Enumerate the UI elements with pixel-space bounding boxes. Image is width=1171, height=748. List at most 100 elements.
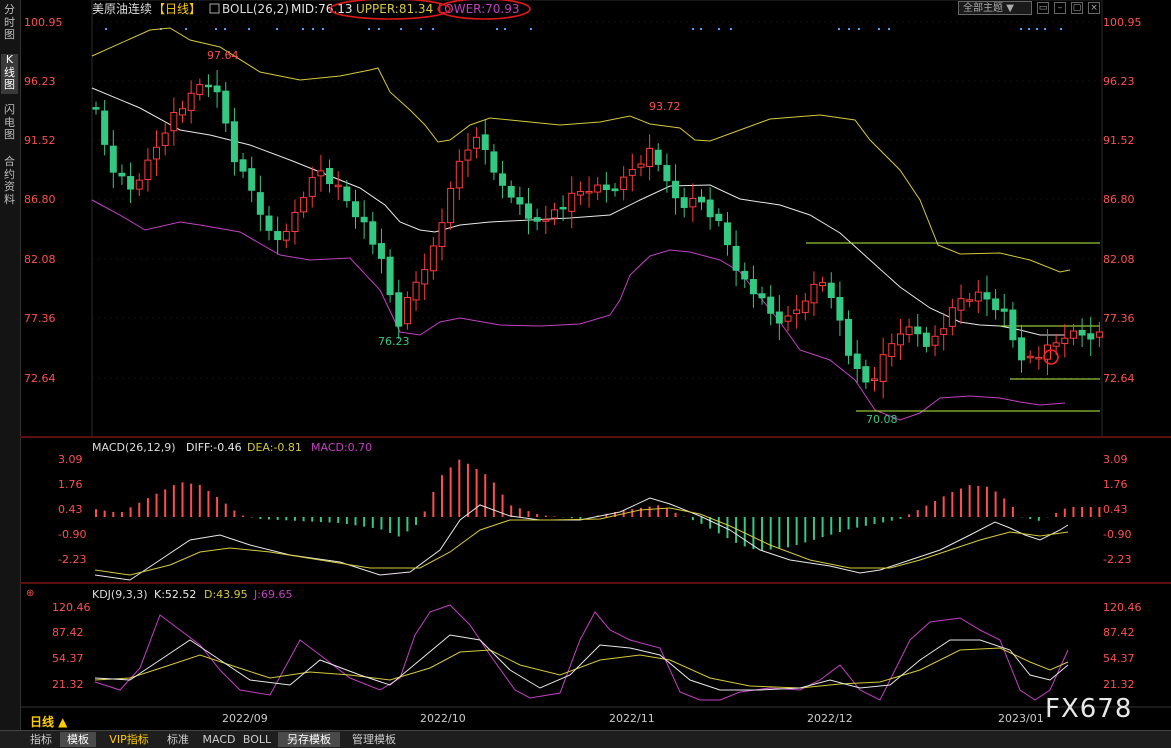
- candle-body: [542, 219, 550, 222]
- candle-body: [568, 192, 576, 212]
- symbol-name: 美原油连续: [92, 1, 152, 16]
- macd-dea: DEA:-0.81: [247, 441, 302, 454]
- price-tick-label: 91.52: [1103, 134, 1135, 147]
- chevron-down-icon: ▼: [1006, 3, 1014, 14]
- candle-body: [862, 366, 870, 383]
- boll-mid-value: MID:76.13: [291, 2, 353, 16]
- candle-body: [412, 281, 420, 301]
- tab-standard[interactable]: 标准: [160, 732, 196, 747]
- side-tab-flash[interactable]: 闪电图: [1, 103, 18, 144]
- candle-body: [758, 293, 766, 299]
- candle-body: [723, 222, 731, 246]
- candle-body: [741, 270, 749, 280]
- signal-dot: [185, 28, 187, 30]
- signal-dot: [848, 28, 850, 30]
- candle-body: [983, 292, 991, 300]
- candle-body: [135, 179, 143, 190]
- tab-template[interactable]: 模板: [60, 732, 96, 747]
- candle-body: [810, 283, 818, 304]
- macd-tick-label: -0.90: [1103, 528, 1131, 541]
- tab-manage-template[interactable]: 管理模板: [344, 732, 404, 747]
- macd-diff-line: [94, 497, 1069, 581]
- macd-tick-label: 0.43: [1103, 503, 1128, 516]
- low-annotation: 76.23: [378, 335, 410, 348]
- tab-macd[interactable]: MACD: [200, 732, 238, 747]
- candle-body: [326, 168, 334, 185]
- signal-dot: [530, 28, 532, 30]
- candle-body: [421, 269, 429, 285]
- candle-body: [109, 145, 117, 173]
- macd-tick-label: -2.23: [58, 553, 86, 566]
- signal-dot: [1044, 28, 1046, 30]
- signal-dot: [692, 28, 694, 30]
- layout-icon[interactable]: ▭: [1037, 2, 1049, 14]
- candle-body: [1035, 356, 1043, 360]
- macd-tick-label: 3.09: [1103, 453, 1128, 466]
- candle-body: [239, 159, 247, 172]
- candle-body: [317, 170, 325, 177]
- candle-body: [845, 318, 853, 356]
- price-tick-label: 100.95: [24, 16, 63, 29]
- tab-boll[interactable]: BOLL: [240, 732, 274, 747]
- candle-body: [957, 298, 965, 311]
- tab-vip-indicator[interactable]: VIP指标: [100, 732, 158, 747]
- tab-save-template[interactable]: 另存模板: [278, 732, 340, 747]
- candle-body: [213, 85, 221, 93]
- signal-dot: [1028, 28, 1030, 30]
- candle-body: [507, 185, 515, 198]
- candle-body: [1009, 309, 1017, 341]
- candle-body: [905, 326, 913, 336]
- tab-indicator[interactable]: 指标: [26, 732, 56, 747]
- signal-dot: [215, 28, 217, 30]
- kdj-tick-label: 87.42: [52, 626, 84, 639]
- theme-select[interactable]: 全部主题 ▼: [958, 1, 1032, 15]
- period-selector[interactable]: 日线 ▲: [30, 713, 67, 730]
- candle-body: [1078, 329, 1086, 336]
- price-tick-label: 96.23: [1103, 75, 1135, 88]
- candle-body: [992, 298, 1000, 311]
- signal-dot: [378, 28, 380, 30]
- candle-body: [698, 196, 705, 203]
- candle-body: [715, 213, 723, 222]
- kdj-tick-label: 54.37: [52, 652, 84, 665]
- candle-body: [1000, 308, 1008, 312]
- candle-body: [481, 134, 489, 151]
- minimize-icon[interactable]: –: [1054, 2, 1066, 14]
- candle-body: [689, 197, 697, 208]
- candle-body: [282, 231, 290, 241]
- candle-body: [265, 215, 273, 231]
- side-tab-kline[interactable]: K线图: [1, 53, 18, 94]
- kline-chart[interactable]: 美原油连续 【日线】 BOLL(26,2) MID:76.13 UPPER:81…: [20, 0, 1171, 730]
- main-panel-frame: [91, 0, 1103, 438]
- signal-dot: [878, 28, 880, 30]
- kdj-tick-label: 54.37: [1103, 652, 1135, 665]
- side-tab-timeshare[interactable]: 分时图: [1, 3, 18, 44]
- macd-diff: DIFF:-0.46: [186, 441, 242, 454]
- candle-body: [429, 245, 437, 272]
- price-tick-label: 86.80: [24, 193, 56, 206]
- macd-tick-label: 0.43: [58, 503, 83, 516]
- candle-body: [775, 311, 783, 324]
- indicator-icon[interactable]: [209, 3, 220, 14]
- close-icon[interactable]: ×: [1088, 2, 1100, 14]
- candle-body: [637, 163, 645, 168]
- signal-dot: [504, 28, 506, 30]
- kdj-settings-icon[interactable]: ⊕: [26, 588, 34, 599]
- restore-icon[interactable]: ▢: [1071, 2, 1083, 14]
- macd-tick-label: -2.23: [1103, 553, 1131, 566]
- kdj-d-line: [94, 647, 1069, 689]
- candle-body: [1069, 330, 1077, 339]
- candle-body: [784, 315, 792, 322]
- candle-body: [334, 184, 342, 188]
- candle-body: [308, 177, 316, 197]
- date-label: 2022/09: [222, 712, 268, 725]
- candle-body: [793, 309, 801, 315]
- candle-body: [127, 176, 135, 190]
- price-tick-label: 100.95: [1103, 16, 1142, 29]
- candle-body: [620, 176, 628, 190]
- signal-dot: [838, 28, 840, 30]
- candle-body: [914, 326, 922, 335]
- signal-dots: [105, 28, 1062, 30]
- side-tab-contract-info[interactable]: 合约资料: [1, 155, 18, 210]
- candle-body: [386, 256, 394, 296]
